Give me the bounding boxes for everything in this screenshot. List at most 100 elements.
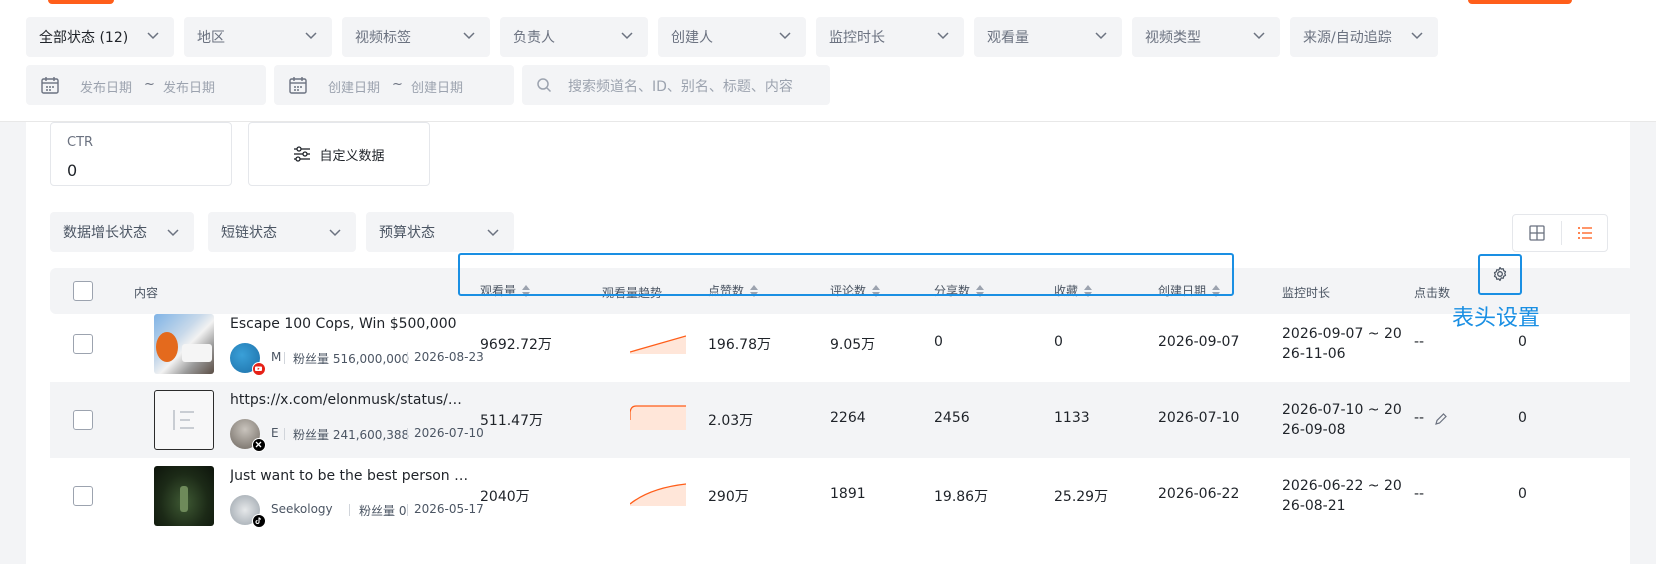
create-date-start[interactable]: 创建日期 — [328, 77, 380, 96]
filter-video-tag[interactable]: 视频标签 — [342, 17, 490, 57]
grid-icon — [1529, 225, 1545, 241]
text-post-icon — [173, 410, 194, 430]
grid-view-button[interactable] — [1513, 215, 1561, 251]
list-icon — [1578, 227, 1592, 239]
col-likes[interactable]: 点赞数 — [708, 282, 759, 299]
video-thumbnail[interactable] — [154, 466, 214, 526]
trend-sparkline — [630, 405, 686, 430]
search-icon — [537, 78, 552, 93]
chevron-down-icon — [147, 32, 159, 40]
trend-sparkline — [630, 335, 686, 354]
chevron-down-icon — [1095, 32, 1107, 40]
clicks-value: -- — [1414, 486, 1425, 502]
clicks-value: -- — [1414, 410, 1425, 426]
chevron-down-icon — [1411, 32, 1423, 40]
calendar-icon — [41, 77, 59, 94]
fans-count: 粉丝量 0 — [359, 504, 407, 518]
favorites-value: 0 — [1054, 334, 1063, 350]
monitor-duration: 2026-07-10 ~ 20 26-09-08 — [1282, 402, 1402, 438]
col-shares[interactable]: 分享数 — [934, 282, 985, 299]
video-thumbnail[interactable] — [154, 314, 214, 374]
chevron-down-icon — [487, 229, 499, 237]
monitor-duration: 2026-06-22 ~ 20 26-08-21 — [1282, 478, 1402, 514]
custom-data-button[interactable]: 自定义数据 — [248, 122, 430, 186]
sort-icon — [1212, 284, 1221, 297]
channel-name[interactable]: M — [271, 350, 281, 364]
filter-creator[interactable]: 创建人 — [658, 17, 806, 57]
filter-region[interactable]: 地区 — [184, 17, 332, 57]
ctr-value: 0 — [67, 161, 78, 180]
row-checkbox[interactable] — [73, 334, 93, 354]
clicks-value: -- — [1414, 334, 1425, 350]
col-monitor: 监控时长 — [1282, 286, 1331, 300]
shares-value: 0 — [934, 334, 943, 350]
favorites-value: 1133 — [1054, 410, 1090, 426]
filter-views[interactable]: 观看量 — [974, 17, 1122, 57]
create-date-end[interactable]: 创建日期 — [411, 77, 463, 96]
last-value: 0 — [1518, 410, 1527, 426]
table-row: https://x.com/elonmusk/status/207… E 粉丝量… — [50, 382, 1634, 458]
filter-monitor-duration[interactable]: 监控时长 — [816, 17, 964, 57]
video-title[interactable]: https://x.com/elonmusk/status/207… — [230, 392, 470, 408]
row-checkbox[interactable] — [73, 486, 93, 506]
content-panel: CTR 0 自定义数据 数据增长状态 短链状态 预算状态 内容 观看量 观看量趋… — [26, 122, 1634, 564]
last-value: 0 — [1518, 334, 1527, 350]
sort-icon — [1084, 284, 1093, 297]
publish-date: 2026-07-10 — [414, 426, 484, 440]
chevron-down-icon — [305, 32, 317, 40]
channel-name[interactable]: E — [271, 426, 279, 440]
views-value: 9692.72万 — [480, 337, 552, 353]
views-value: 2040万 — [480, 489, 530, 505]
sort-icon — [872, 284, 881, 297]
col-clicks: 点击数 — [1414, 286, 1451, 300]
publish-date-start[interactable]: 发布日期 — [80, 77, 132, 96]
monitor-duration: 2026-09-07 ~ 20 26-11-06 — [1282, 326, 1402, 362]
row-checkbox[interactable] — [73, 410, 93, 430]
sort-icon — [522, 284, 531, 297]
table-row: Just want to be the best person I ca… Se… — [50, 458, 1634, 534]
x-icon — [252, 438, 266, 452]
publish-date-range[interactable]: 发布日期 ~ 发布日期 — [26, 65, 266, 105]
shares-value: 19.86万 — [934, 489, 989, 505]
fans-count: 粉丝量 516,000,000 — [293, 352, 410, 366]
comments-value: 9.05万 — [830, 337, 876, 353]
video-thumbnail[interactable] — [154, 390, 214, 450]
likes-value: 290万 — [708, 489, 749, 505]
comments-value: 1891 — [830, 486, 866, 502]
video-title[interactable]: Just want to be the best person I ca… — [230, 468, 470, 484]
sliders-icon — [294, 146, 311, 162]
col-comments[interactable]: 评论数 — [830, 282, 881, 299]
gear-icon — [1493, 266, 1507, 282]
table-settings-button[interactable] — [1478, 254, 1522, 295]
search-input[interactable]: 搜索频道名、ID、别名、标题、内容 — [522, 65, 830, 105]
select-all-checkbox[interactable] — [73, 281, 93, 301]
filter-video-type[interactable]: 视频类型 — [1132, 17, 1280, 57]
publish-date: 2026-05-17 — [414, 502, 484, 516]
col-views[interactable]: 观看量 — [480, 282, 531, 299]
filter-shortlink-status[interactable]: 短链状态 — [208, 212, 356, 252]
filter-bar: 全部状态 (12) 地区 视频标签 负责人 创建人 监控时长 观看量 视频类型 … — [0, 0, 1656, 122]
chevron-down-icon — [463, 32, 475, 40]
create-date-range[interactable]: 创建日期 ~ 创建日期 — [274, 65, 514, 105]
video-title[interactable]: Escape 100 Cops, Win $500,000 — [230, 316, 470, 332]
fans-count: 粉丝量 241,600,388 — [293, 428, 410, 442]
chevron-down-icon — [167, 229, 179, 237]
filter-source[interactable]: 来源/自动追踪 — [1290, 17, 1438, 57]
list-view-button[interactable] — [1561, 215, 1609, 251]
table-settings-annotation: 表头设置 — [1452, 306, 1541, 331]
chevron-down-icon — [1253, 32, 1265, 40]
created-date: 2026-06-22 — [1158, 486, 1240, 502]
chevron-down-icon — [621, 32, 633, 40]
publish-date-end[interactable]: 发布日期 — [163, 77, 215, 96]
tiktok-icon — [252, 514, 266, 528]
created-date: 2026-07-10 — [1158, 410, 1240, 426]
filter-budget-status[interactable]: 预算状态 — [366, 212, 514, 252]
edit-icon[interactable] — [1434, 412, 1448, 426]
filter-status[interactable]: 全部状态 (12) — [26, 17, 174, 57]
youtube-icon — [252, 362, 266, 376]
filter-growth-status[interactable]: 数据增长状态 — [50, 212, 194, 252]
channel-name[interactable]: Seekology — [271, 502, 333, 516]
filter-owner[interactable]: 负责人 — [500, 17, 648, 57]
col-favorites[interactable]: 收藏 — [1054, 282, 1093, 299]
col-created[interactable]: 创建日期 — [1158, 282, 1221, 299]
